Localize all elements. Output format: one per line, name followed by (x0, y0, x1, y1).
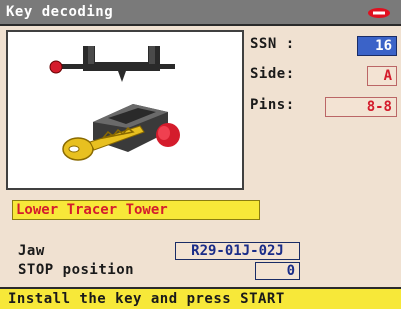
tracer-tower-icon (49, 46, 175, 82)
window-title: Key decoding (6, 4, 114, 20)
key-illustration-panel (6, 30, 244, 190)
tracer-and-key-illustration (49, 46, 180, 161)
jaw-label: Jaw (18, 243, 45, 259)
title-bar: Key decoding (0, 0, 401, 26)
side-value-field[interactable]: A (367, 66, 397, 86)
key-decoding-screen: Key decoding SSN: 16 Side: A Pins: 8-8 … (0, 0, 401, 309)
stop-position-field[interactable]: 0 (255, 262, 300, 280)
pins-label: Pins: (250, 97, 295, 113)
stop-position-label: STOP position (18, 262, 135, 278)
status-message: Install the key and press START (8, 291, 285, 307)
tracer-name-field: Lower Tracer Tower (12, 200, 260, 220)
status-bar: Install the key and press START (0, 287, 401, 309)
side-label: Side: (250, 66, 295, 82)
jaw-value-field[interactable]: R29-01J-02J (175, 242, 300, 260)
ssn-label: SSN : (250, 36, 295, 52)
silca-logo-icon (368, 8, 390, 18)
pins-value-field[interactable]: 8-8 (325, 97, 397, 117)
ssn-value-field[interactable]: 16 (357, 36, 397, 56)
